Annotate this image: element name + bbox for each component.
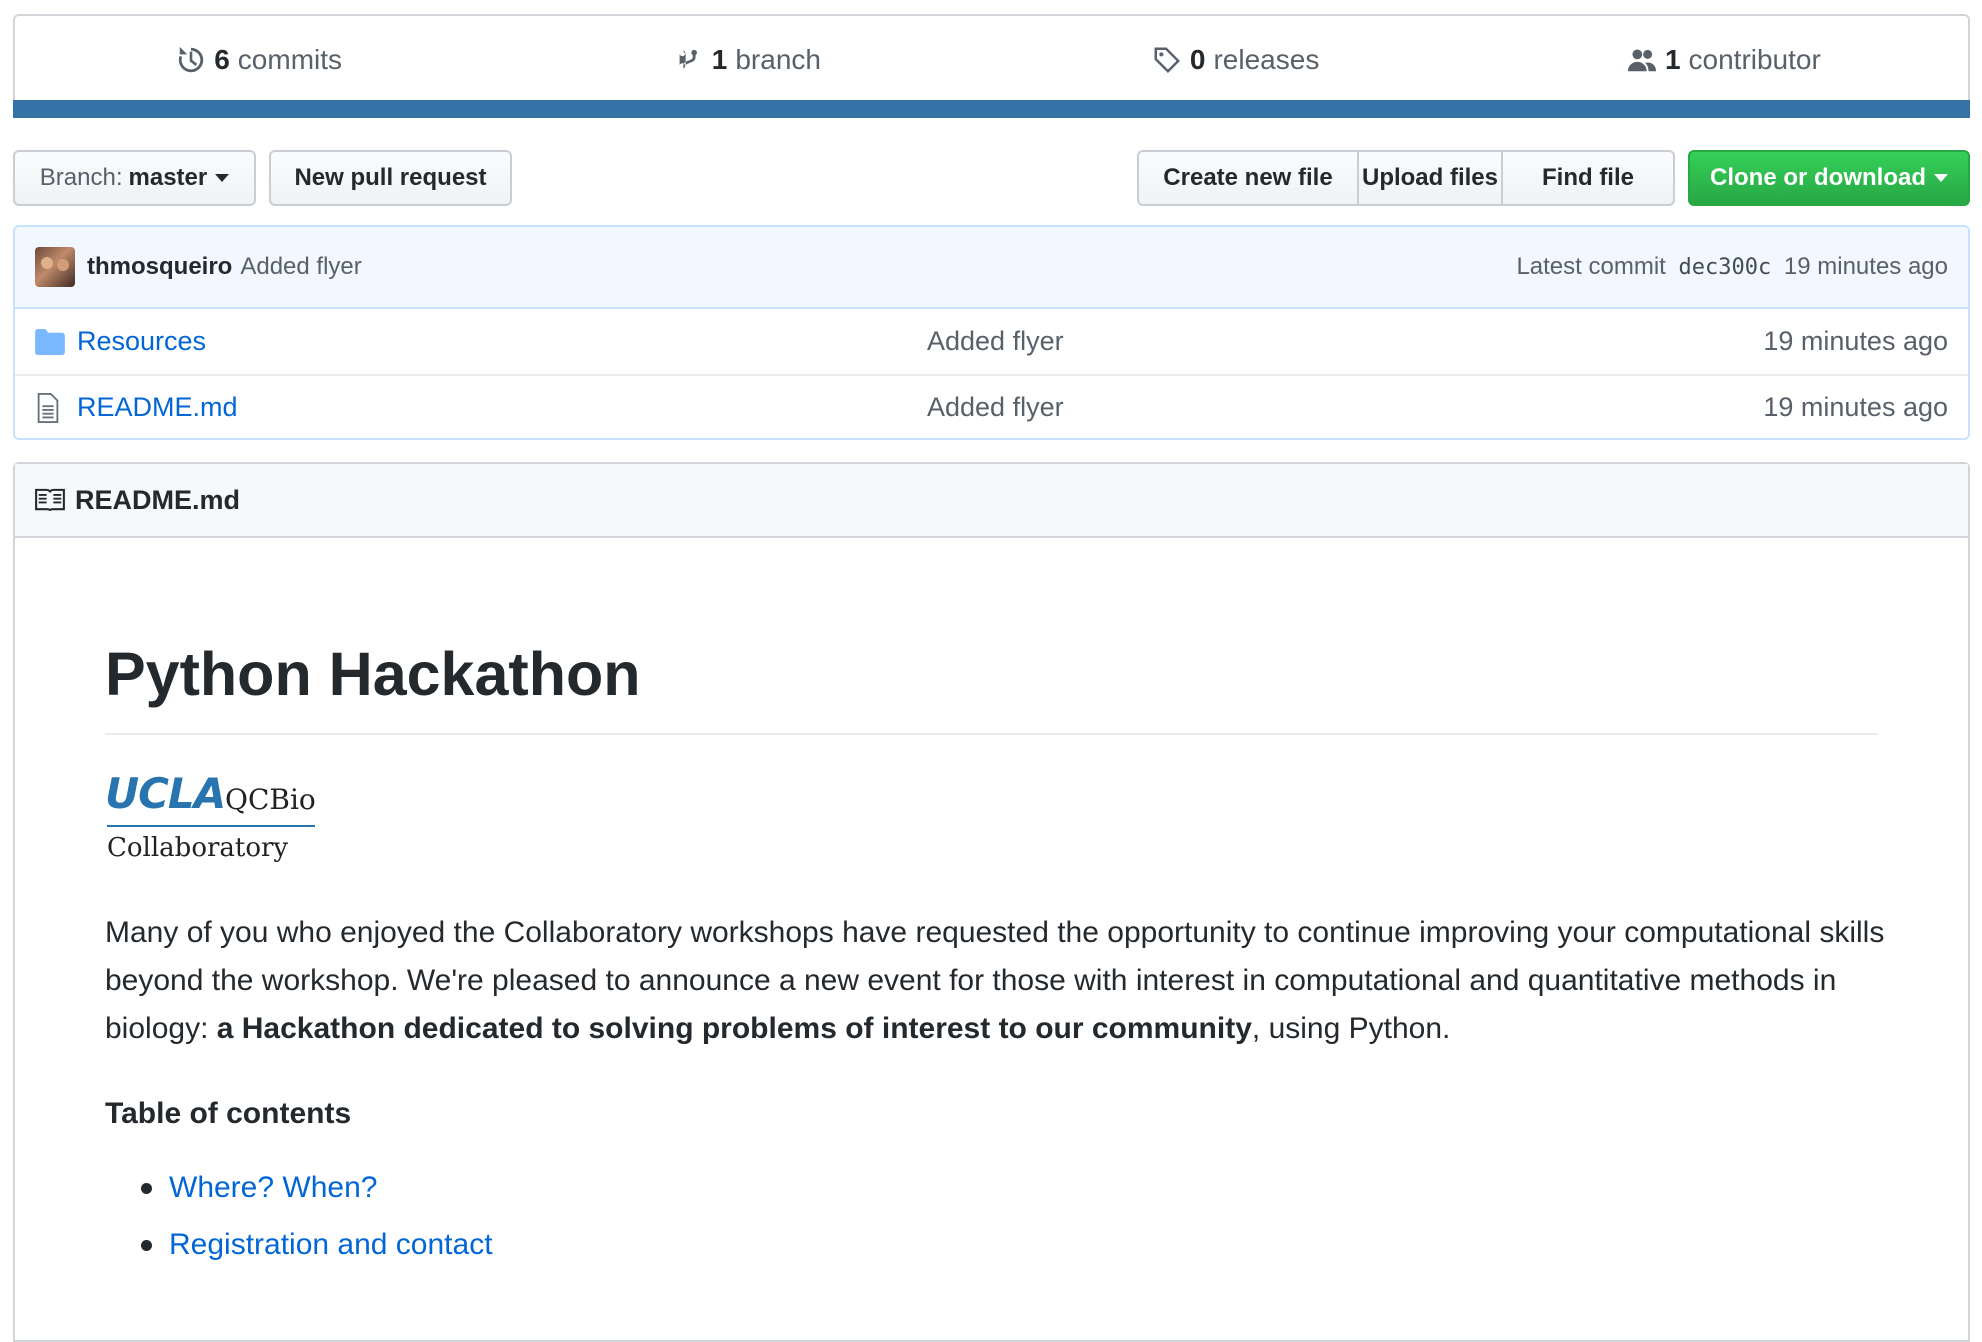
file-commit-message[interactable]: Added flyer (927, 392, 1427, 423)
readme-content: Python Hackathon UCLA QCBio Collaborator… (15, 638, 1968, 1273)
chevron-down-icon (1934, 174, 1948, 182)
folder-icon (35, 327, 65, 357)
branches-label: branch (735, 44, 821, 75)
avatar[interactable] (35, 247, 75, 287)
intro-bold-text: a Hackathon dedicated to solving problem… (216, 1012, 1252, 1046)
toc-list: Where? When? Registration and contact (105, 1159, 1878, 1273)
logo-qcbio-text: QCBio (225, 783, 316, 817)
contributors-link[interactable]: 1 contributor (1480, 16, 1968, 104)
latest-commit-info: Latest commit dec300c 19 minutes ago (1516, 253, 1948, 281)
commit-age: 19 minutes ago (1783, 253, 1948, 280)
commits-link[interactable]: 6 commits (15, 16, 503, 104)
file-name-link[interactable]: README.md (77, 392, 927, 423)
ucla-qcbio-logo: UCLA QCBio Collaboratory (105, 769, 345, 869)
commits-label: commits (237, 44, 343, 75)
file-commit-message[interactable]: Added flyer (927, 326, 1427, 357)
releases-count: 0 (1189, 44, 1206, 75)
latest-commit-prefix: Latest commit (1516, 253, 1666, 280)
intro-paragraph: Many of you who enjoyed the Collaborator… (105, 909, 1905, 1053)
readme-filename: README.md (75, 484, 241, 515)
readme-title: Python Hackathon (105, 638, 1878, 736)
logo-ucla-text: UCLA (105, 769, 226, 819)
intro-end-text: , using Python. (1251, 1012, 1451, 1046)
list-item: Where? When? (105, 1159, 1878, 1216)
readme-panel: README.md Python Hackathon UCLA QCBio Co… (13, 462, 1970, 1342)
upload-files-button[interactable]: Upload files (1357, 150, 1503, 206)
contributors-count: 1 (1664, 44, 1681, 75)
table-row: README.md Added flyer 19 minutes ago (15, 374, 1968, 438)
toc-link-where-when[interactable]: Where? When? (169, 1171, 377, 1204)
branch-select-button[interactable]: Branch: master (13, 150, 256, 206)
branch-prefix: Branch: (39, 164, 123, 191)
file-actions-group: Create new file Upload files Find file (1137, 150, 1675, 206)
people-icon (1627, 49, 1656, 72)
file-navigation-toolbar: Branch: master New pull request Create n… (13, 150, 1970, 206)
readme-header: README.md (15, 464, 1968, 538)
clone-or-download-button[interactable]: Clone or download (1688, 150, 1970, 206)
create-new-file-button[interactable]: Create new file (1137, 150, 1359, 206)
find-file-button[interactable]: Find file (1501, 150, 1675, 206)
file-age: 19 minutes ago (1763, 392, 1948, 422)
contributors-label: contributor (1688, 44, 1821, 75)
toc-link-registration[interactable]: Registration and contact (169, 1228, 493, 1261)
commit-sha[interactable]: dec300c (1679, 255, 1772, 280)
branches-link[interactable]: 1 branch (503, 16, 991, 104)
file-name-link[interactable]: Resources (77, 326, 927, 357)
file-list: thmosqueiro Added flyer Latest commit de… (13, 225, 1970, 440)
book-icon (35, 488, 65, 512)
releases-link[interactable]: 0 releases (992, 16, 1480, 104)
file-age: 19 minutes ago (1763, 326, 1948, 356)
history-icon (179, 46, 204, 73)
file-icon (35, 392, 65, 423)
branches-count: 1 (711, 44, 728, 75)
git-branch-icon (679, 49, 697, 69)
list-item: Registration and contact (105, 1216, 1878, 1273)
latest-commit-bar: thmosqueiro Added flyer Latest commit de… (15, 227, 1968, 309)
commit-author[interactable]: thmosqueiro (87, 253, 232, 281)
commits-count: 6 (214, 44, 230, 75)
language-bar[interactable] (13, 100, 1970, 118)
tag-icon (1154, 47, 1180, 73)
repo-stats-bar: 6 commits 1 branch 0 releases 1 contribu… (13, 14, 1970, 118)
logo-collaboratory-text: Collaboratory (107, 833, 289, 864)
branch-name: master (128, 164, 208, 191)
clone-label: Clone or download (1710, 164, 1926, 191)
toc-heading: Table of contents (105, 1097, 352, 1131)
logo-divider (107, 825, 315, 828)
commit-message[interactable]: Added flyer (240, 253, 361, 281)
new-pull-request-button[interactable]: New pull request (269, 150, 512, 206)
table-row: Resources Added flyer 19 minutes ago (15, 309, 1968, 374)
chevron-down-icon (215, 174, 230, 182)
releases-label: releases (1213, 44, 1320, 75)
